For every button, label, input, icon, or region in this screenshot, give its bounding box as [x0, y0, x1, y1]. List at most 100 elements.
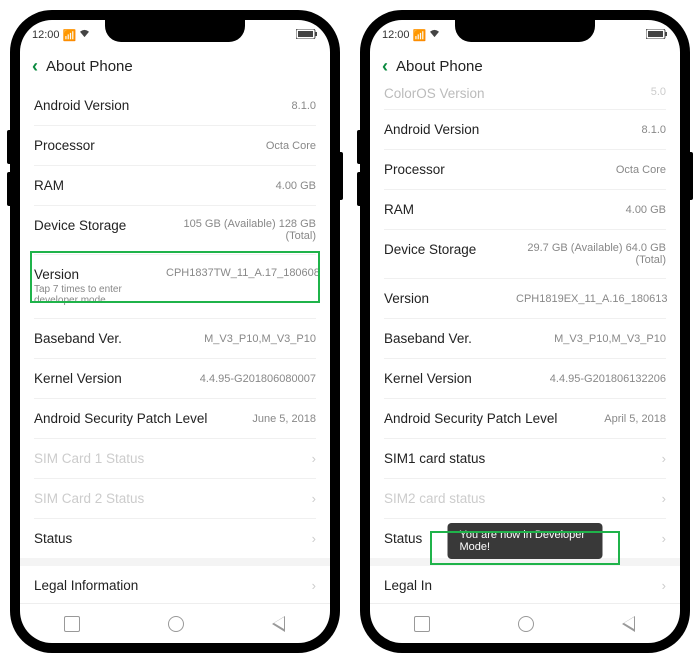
row-security-patch[interactable]: Android Security Patch Level April 5, 201…	[370, 399, 680, 438]
developer-mode-toast: You are now in Developer Mode!	[448, 523, 603, 559]
value: April 5, 2018	[604, 413, 666, 425]
label: RAM	[34, 178, 64, 193]
row-android-version[interactable]: Android Version8.1.0	[370, 110, 680, 149]
row-status[interactable]: Status›	[20, 519, 330, 558]
header: ‹ About Phone	[20, 46, 330, 86]
signal-icon: 📶	[413, 29, 427, 42]
label: Version	[384, 291, 429, 306]
label: Processor	[384, 162, 445, 177]
label: Device Storage	[384, 242, 476, 257]
value: 29.7 GB (Available) 64.0 GB (Total)	[516, 242, 666, 266]
label: RAM	[384, 202, 414, 217]
back-button[interactable]	[623, 616, 636, 632]
value: 4.4.95-G201806080007	[200, 373, 316, 385]
label: Processor	[34, 138, 95, 153]
value: 8.1.0	[292, 100, 316, 112]
value: 8.1.0	[642, 124, 666, 136]
label: Baseband Ver.	[34, 331, 122, 346]
row-sim2: SIM2 card status ›	[370, 479, 680, 518]
status-time: 12:00	[32, 29, 60, 41]
row-processor[interactable]: Processor Octa Core	[20, 126, 330, 165]
power-button[interactable]	[340, 152, 343, 200]
row-processor[interactable]: Processor Octa Core	[370, 150, 680, 189]
row-partial-top[interactable]: ColorOS Version5.0	[370, 86, 680, 109]
phone-left: 12:00 📶 ‹ About Phone Android Version 8.1…	[10, 10, 340, 653]
label: Android Version	[34, 98, 129, 113]
label: Android Security Patch Level	[34, 411, 207, 426]
nav-bar	[370, 603, 680, 643]
value: 5.0	[651, 86, 666, 101]
back-icon[interactable]: ‹	[382, 56, 388, 77]
signal-icon: 📶	[63, 29, 77, 42]
power-button[interactable]	[690, 152, 693, 200]
row-security-patch[interactable]: Android Security Patch Level June 5, 2018	[20, 399, 330, 438]
chevron-right-icon: ›	[312, 578, 316, 593]
value: Octa Core	[616, 164, 666, 176]
home-button[interactable]	[168, 616, 184, 632]
row-sim1[interactable]: SIM1 card status ›	[370, 439, 680, 478]
row-version[interactable]: Version Tap 7 times to enter developer m…	[20, 255, 330, 318]
wifi-icon	[79, 29, 90, 41]
back-button[interactable]	[273, 616, 286, 632]
label: Status	[34, 531, 72, 546]
row-sim2: SIM Card 2 Status›	[20, 479, 330, 518]
chevron-right-icon: ›	[662, 491, 666, 506]
volume-up-button[interactable]	[7, 130, 10, 164]
notch	[105, 20, 245, 42]
header: ‹ About Phone	[370, 46, 680, 86]
value: Octa Core	[266, 140, 316, 152]
chevron-right-icon: ›	[662, 578, 666, 593]
chevron-right-icon: ›	[312, 451, 316, 466]
chevron-right-icon: ›	[312, 491, 316, 506]
label: Legal In	[384, 578, 432, 593]
label: Status	[384, 531, 422, 546]
row-legal[interactable]: Legal Information ›	[20, 566, 330, 603]
content-left: Android Version8.1.0 ProcessorOcta Core …	[20, 86, 330, 603]
label: SIM1 card status	[384, 451, 485, 466]
row-legal[interactable]: Legal In ›	[370, 566, 680, 603]
phone-right: 12:00 📶 ‹ About Phone ColorOS Version5.0…	[360, 10, 690, 653]
screen-right: 12:00 📶 ‹ About Phone ColorOS Version5.0…	[370, 20, 680, 643]
value: M_V3_P10,M_V3_P10	[204, 333, 316, 345]
row-ram[interactable]: RAM 4.00 GB	[370, 190, 680, 229]
page-title: About Phone	[46, 58, 133, 75]
battery-icon	[646, 29, 668, 42]
value: M_V3_P10,M_V3_P10	[554, 333, 666, 345]
label: Legal Information	[34, 578, 138, 593]
home-button[interactable]	[518, 616, 534, 632]
row-version[interactable]: Version CPH1819EX_11_A.16_180613	[370, 279, 680, 318]
volume-down-button[interactable]	[357, 172, 360, 206]
row-device-storage[interactable]: Device Storage 29.7 GB (Available) 64.0 G…	[370, 230, 680, 278]
status-time: 12:00	[382, 29, 410, 41]
chevron-right-icon: ›	[662, 531, 666, 546]
value: CPH1819EX_11_A.16_180613	[516, 293, 666, 305]
row-kernel[interactable]: Kernel Version4.4.95-G201806080007	[20, 359, 330, 398]
label: SIM Card 1 Status	[34, 451, 144, 466]
label: Android Security Patch Level	[384, 411, 557, 426]
label: SIM2 card status	[384, 491, 485, 506]
volume-up-button[interactable]	[357, 130, 360, 164]
row-kernel[interactable]: Kernel Version4.4.95-G201806132206	[370, 359, 680, 398]
row-baseband[interactable]: Baseband Ver. M_V3_P10,M_V3_P10	[20, 319, 330, 358]
notch	[455, 20, 595, 42]
label: Kernel Version	[384, 371, 472, 386]
chevron-right-icon: ›	[662, 451, 666, 466]
label: Device Storage	[34, 218, 126, 233]
row-ram[interactable]: RAM 4.00 GB	[20, 166, 330, 205]
recents-button[interactable]	[64, 616, 80, 632]
label: Baseband Ver.	[384, 331, 472, 346]
sub-label: Tap 7 times to enter developer mode	[34, 284, 166, 306]
volume-down-button[interactable]	[7, 172, 10, 206]
row-sim1: SIM Card 1 Status ›	[20, 439, 330, 478]
back-icon[interactable]: ‹	[32, 56, 38, 77]
value: 4.00 GB	[626, 204, 666, 216]
wifi-icon	[429, 29, 440, 41]
row-baseband[interactable]: Baseband Ver. M_V3_P10,M_V3_P10	[370, 319, 680, 358]
value: June 5, 2018	[252, 413, 316, 425]
recents-button[interactable]	[414, 616, 430, 632]
value: 4.00 GB	[276, 180, 316, 192]
row-android-version[interactable]: Android Version 8.1.0	[20, 86, 330, 125]
value: CPH1837TW_11_A.17_180608	[166, 267, 316, 279]
row-device-storage[interactable]: Device Storage105 GB (Available) 128 GB …	[20, 206, 330, 254]
nav-bar	[20, 603, 330, 643]
